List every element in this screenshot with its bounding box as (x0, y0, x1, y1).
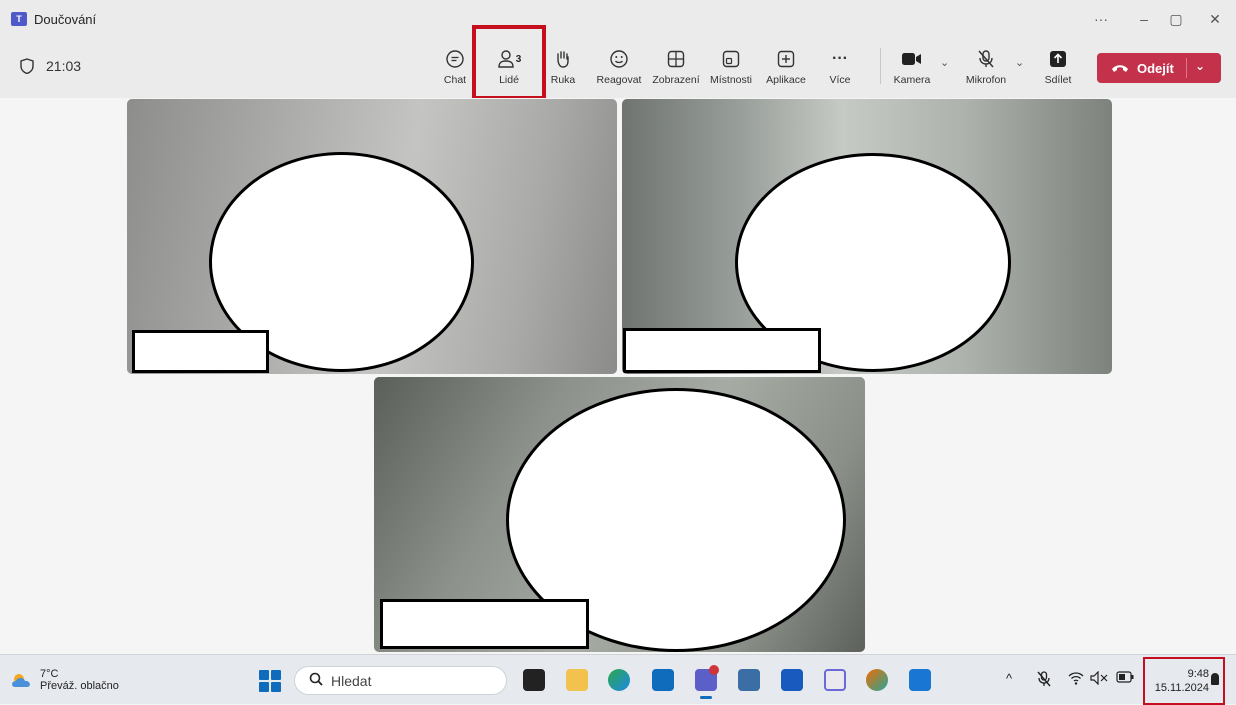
meeting-timer: 21:03 (20, 58, 81, 74)
chat-label: Chat (443, 74, 467, 86)
snipping-tool-icon[interactable] (824, 669, 846, 691)
more-label: Více (829, 74, 851, 86)
react-button[interactable]: Reagovat (594, 46, 644, 94)
task-view-icon[interactable] (523, 669, 545, 691)
participant-video-tile[interactable] (127, 99, 617, 374)
camera-icon (901, 46, 923, 72)
raise-hand-icon (554, 46, 572, 72)
rooms-button[interactable]: Místnosti (706, 46, 756, 94)
start-button[interactable] (259, 670, 281, 692)
active-app-indicator (700, 696, 712, 699)
raise-hand-label: Ruka (550, 74, 576, 86)
window-title: Doučování (34, 11, 97, 27)
taskbar-search[interactable]: Hledat (294, 666, 507, 695)
reaction-icon (609, 46, 629, 72)
camera-options-chevron-icon[interactable]: ⌄ (940, 56, 949, 69)
redacted-name-tag (623, 328, 821, 373)
volume-muted-icon[interactable] (1090, 670, 1108, 688)
chat-button[interactable]: Chat (440, 46, 470, 94)
mic-muted-tray-icon[interactable] (1037, 671, 1051, 690)
people-highlight-box (472, 25, 546, 100)
clock-date: 15.11.2024 (1154, 682, 1209, 694)
view-button[interactable]: Zobrazení (648, 46, 704, 94)
windows-logo-tile (271, 670, 281, 680)
apps-button[interactable]: Aplikace (762, 46, 810, 94)
battery-icon[interactable] (1116, 671, 1134, 686)
apps-icon (776, 46, 796, 72)
view-label: Zobrazení (652, 74, 700, 86)
teams-icon[interactable] (695, 665, 719, 699)
react-label: Reagovat (596, 74, 642, 86)
clock-time: 9:48 (1187, 668, 1209, 680)
close-icon[interactable]: ✕ (1200, 9, 1230, 29)
title-bar: T Doučování ··· – ▢ ✕ (0, 0, 1236, 38)
leave-button[interactable]: Odejít ⌄ (1097, 53, 1221, 83)
maximize-icon[interactable]: ▢ (1161, 9, 1191, 29)
redacted-name-tag (132, 330, 269, 373)
participant-video-tile[interactable] (374, 377, 865, 652)
window-more-icon[interactable]: ··· (1086, 9, 1116, 29)
weather-temp: 7°C (40, 668, 59, 680)
shield-icon (20, 58, 34, 74)
leave-divider (1186, 58, 1187, 78)
leave-options-chevron-icon[interactable]: ⌄ (1195, 59, 1205, 73)
outlook-icon[interactable] (652, 669, 674, 691)
file-explorer-icon[interactable] (566, 669, 588, 691)
wifi-icon[interactable] (1068, 671, 1084, 688)
windows-logo-tile (259, 682, 269, 692)
photos-icon[interactable] (909, 669, 931, 691)
weather-desc: Převáž. oblačno (40, 680, 119, 692)
more-button[interactable]: ··· Více (826, 46, 854, 94)
camera-button[interactable]: Kamera (890, 46, 934, 94)
chat-icon (445, 46, 465, 72)
rooms-label: Místnosti (709, 74, 752, 86)
mic-label: Mikrofon (965, 74, 1007, 86)
defender-icon[interactable] (738, 669, 760, 691)
mic-options-chevron-icon[interactable]: ⌄ (1015, 56, 1024, 69)
paint-icon[interactable] (866, 669, 888, 691)
mic-button[interactable]: Mikrofon (962, 46, 1010, 94)
windows-taskbar: 7°C Převáž. oblačno Hledat ^ 9:48 15.11.… (0, 654, 1236, 705)
search-icon (309, 672, 323, 690)
leave-label: Odejít (1137, 60, 1174, 76)
minimize-icon[interactable]: – (1129, 9, 1159, 29)
share-icon (1049, 46, 1067, 72)
windows-logo-tile (259, 670, 269, 680)
teams-logo-icon: T (11, 12, 27, 26)
word-icon[interactable] (781, 669, 803, 691)
hang-up-icon (1111, 60, 1129, 76)
meeting-toolbar: 21:03 Chat 3 Lidé Ruka Reagovat Zobrazen… (0, 38, 1236, 98)
edge-icon[interactable] (608, 669, 630, 691)
timer-text: 21:03 (46, 58, 82, 74)
search-placeholder: Hledat (331, 672, 372, 689)
show-hidden-icons-icon[interactable]: ^ (1006, 671, 1012, 686)
windows-logo-tile (271, 682, 281, 692)
apps-label: Aplikace (766, 74, 806, 86)
notification-bell-icon[interactable] (1211, 673, 1219, 685)
mic-off-icon (976, 46, 996, 72)
toolbar-divider (880, 48, 881, 84)
camera-label: Kamera (893, 74, 931, 86)
rooms-icon (721, 46, 741, 72)
cloud-icon (10, 672, 34, 688)
share-label: Sdílet (1044, 74, 1072, 86)
weather-widget[interactable]: 7°C Převáž. oblačno (10, 668, 119, 692)
raise-hand-button[interactable]: Ruka (548, 46, 578, 94)
redacted-name-tag (380, 599, 589, 649)
participant-video-tile[interactable] (622, 99, 1112, 374)
view-icon (666, 46, 686, 72)
share-button[interactable]: Sdílet (1042, 46, 1074, 94)
notification-badge-icon (709, 665, 719, 675)
more-icon: ··· (832, 50, 848, 67)
video-stage (0, 98, 1236, 654)
